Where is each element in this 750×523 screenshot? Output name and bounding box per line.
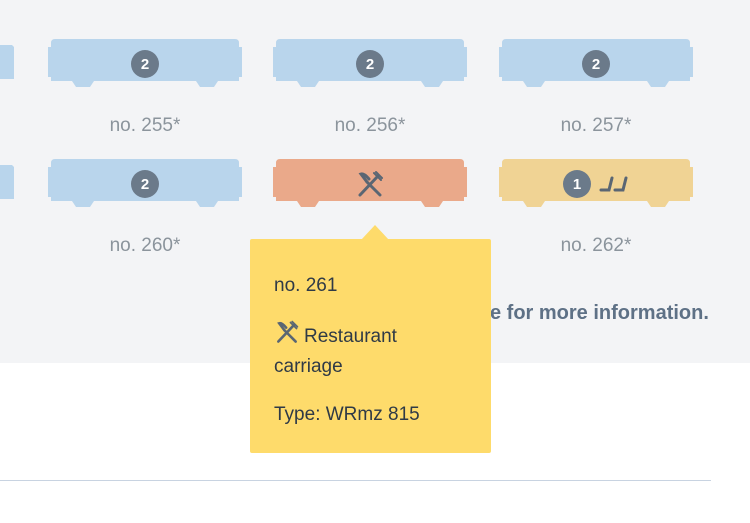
fork-knife-icon [277,320,299,343]
section-divider [0,480,711,481]
carriage-261-restaurant[interactable] [273,157,467,217]
tooltip-type: Type: WRmz 815 [274,404,420,425]
carriage-label: no. 257* [560,115,632,136]
tooltip-feature: Restaurant carriage [274,319,467,382]
fork-knife-icon [358,171,383,197]
carriage-label: no. 260* [109,235,181,256]
carriage-label: no. 255* [109,115,181,136]
carriage-257[interactable]: 2 [499,37,693,97]
capacity-badge: 2 [131,50,159,78]
capacity-badge: 2 [131,170,159,198]
seat-icon [599,176,628,192]
tooltip-feature-line2: carriage [274,356,343,377]
carriage-262[interactable]: 1 [499,157,693,217]
carriage-tooltip: no. 261 Restaurant carriage Type: WRmz 8… [250,239,491,453]
carriage-255[interactable]: 2 [48,37,242,97]
tooltip-title: no. 261 [274,275,338,296]
more-information-text: e for more information. [490,302,709,324]
tooltip-feature-line1: Restaurant [304,326,397,347]
capacity-badge: 1 [563,170,591,198]
carriage-260[interactable]: 2 [48,157,242,217]
carriage-label: no. 262* [560,235,632,256]
carriage-label: no. 256* [334,115,406,136]
partial-carriage-left-row1[interactable] [0,39,16,89]
partial-carriage-left-row2[interactable] [0,159,16,209]
capacity-badge: 2 [356,50,384,78]
tooltip-arrow [361,225,389,240]
capacity-badge: 2 [582,50,610,78]
carriage-256[interactable]: 2 [273,37,467,97]
